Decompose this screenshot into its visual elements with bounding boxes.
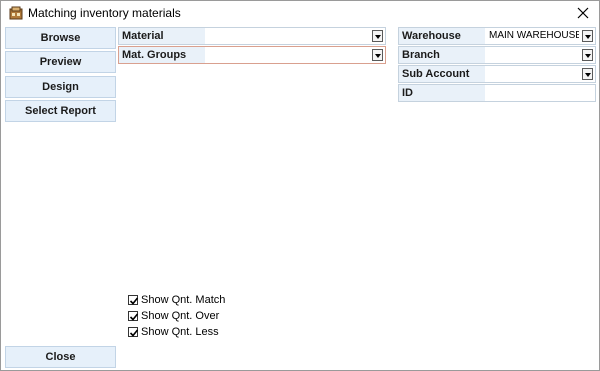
- show-qnt-over-checkbox[interactable]: [128, 310, 139, 321]
- sub-account-field[interactable]: Sub Account: [398, 65, 596, 83]
- show-qnt-over-label: Show Qnt. Over: [141, 309, 220, 322]
- app-icon: [9, 6, 23, 20]
- branch-value[interactable]: [487, 47, 579, 63]
- show-qnt-match-label: Show Qnt. Match: [141, 293, 226, 306]
- warehouse-field[interactable]: Warehouse MAIN WAREHOUSE: [398, 27, 596, 45]
- material-label: Material: [119, 28, 205, 44]
- branch-label: Branch: [399, 47, 485, 63]
- sub-account-label: Sub Account: [399, 66, 485, 82]
- dialog-window: Matching inventory materials Browse Prev…: [0, 0, 600, 371]
- sub-account-dropdown-icon[interactable]: [582, 68, 593, 80]
- mat-groups-dropdown-icon[interactable]: [372, 49, 383, 61]
- show-qnt-match-checkbox[interactable]: [128, 294, 139, 305]
- close-button[interactable]: Close: [5, 346, 116, 368]
- material-field[interactable]: Material: [118, 27, 386, 45]
- window-title: Matching inventory materials: [28, 6, 181, 20]
- branch-dropdown-icon[interactable]: [582, 49, 593, 61]
- show-qnt-less-option[interactable]: Show Qnt. Less: [128, 324, 219, 339]
- id-field[interactable]: ID: [398, 84, 596, 102]
- mat-groups-value[interactable]: [207, 47, 367, 63]
- id-label: ID: [399, 85, 485, 101]
- browse-button[interactable]: Browse: [5, 27, 116, 49]
- id-value[interactable]: [487, 85, 593, 101]
- sub-account-value[interactable]: [487, 66, 579, 82]
- material-dropdown-icon[interactable]: [372, 30, 383, 42]
- warehouse-value[interactable]: MAIN WAREHOUSE: [487, 28, 579, 44]
- material-value[interactable]: [207, 28, 367, 44]
- preview-button[interactable]: Preview: [5, 51, 116, 73]
- select-report-button[interactable]: Select Report: [5, 100, 116, 122]
- title-bar: Matching inventory materials: [1, 1, 599, 25]
- warehouse-dropdown-icon[interactable]: [582, 30, 593, 42]
- show-qnt-over-option[interactable]: Show Qnt. Over: [128, 308, 219, 323]
- show-qnt-match-option[interactable]: Show Qnt. Match: [128, 292, 225, 307]
- design-button[interactable]: Design: [5, 76, 116, 98]
- show-qnt-less-checkbox[interactable]: [128, 326, 139, 337]
- branch-field[interactable]: Branch: [398, 46, 596, 64]
- warehouse-label: Warehouse: [399, 28, 485, 44]
- mat-groups-label: Mat. Groups: [119, 47, 205, 63]
- mat-groups-field[interactable]: Mat. Groups: [118, 46, 386, 64]
- show-qnt-less-label: Show Qnt. Less: [141, 325, 219, 338]
- close-window-icon[interactable]: [573, 3, 593, 23]
